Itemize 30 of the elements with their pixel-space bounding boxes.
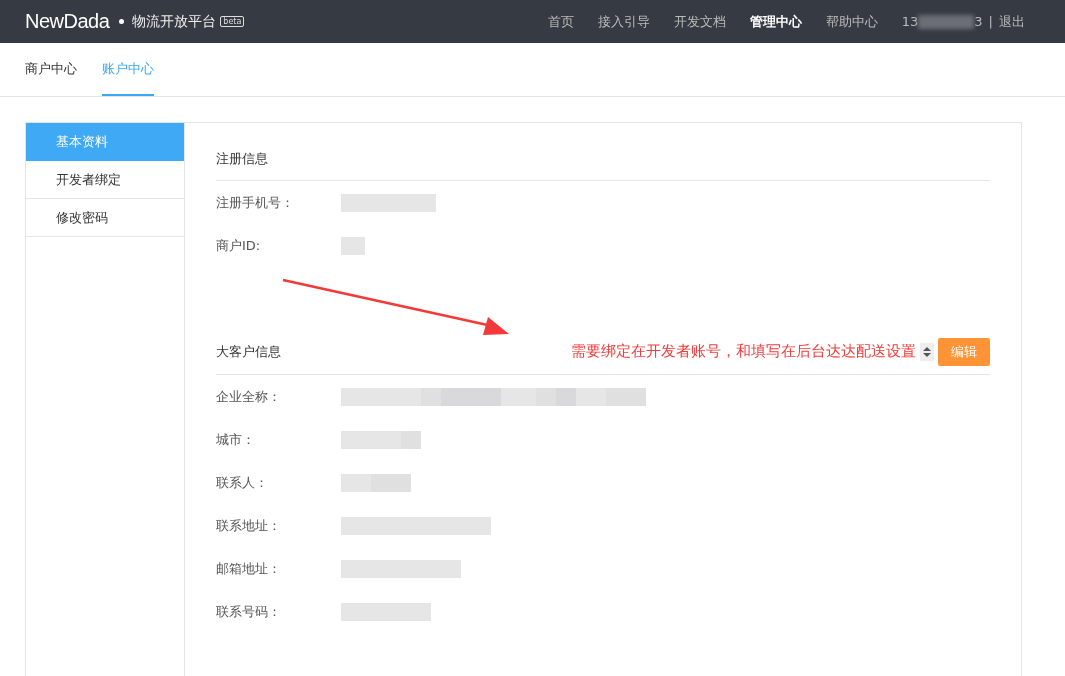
field-label: 企业全称： <box>216 387 282 406</box>
section-title: 大客户信息 <box>216 342 281 361</box>
field-label: 邮箱地址： <box>216 559 282 578</box>
user-phone: 13 <box>901 14 919 29</box>
sidebar-item[interactable]: 开发者绑定 <box>26 161 184 199</box>
nav-link[interactable]: 接入引导 <box>597 12 650 31</box>
redacted-value <box>341 236 365 255</box>
separator: | <box>988 14 993 29</box>
field-label: 联系号码： <box>216 602 282 621</box>
platform-title: 物流开放平台 <box>132 12 217 31</box>
dot-icon <box>119 19 125 24</box>
redacted-value <box>918 14 975 29</box>
field-label: 城市： <box>216 430 256 449</box>
field-label: 注册手机号： <box>216 193 295 212</box>
nav-link[interactable]: 首页 <box>547 12 574 31</box>
beta-tag: beta <box>220 16 245 27</box>
logout-link[interactable]: 退出 <box>999 12 1025 31</box>
redacted-value <box>341 473 411 492</box>
user-phone: 3 <box>974 14 983 29</box>
annotation-text: 需要绑定在开发者账号，和填写在后台达达配送设置 <box>571 342 916 361</box>
logo[interactable]: NewDada <box>25 10 110 33</box>
nav-link[interactable]: 管理中心 <box>749 12 802 31</box>
field-label: 商户ID: <box>216 236 262 255</box>
field-label: 联系人： <box>216 473 269 492</box>
tab[interactable]: 商户中心 <box>25 43 77 96</box>
field-label: 联系地址： <box>216 516 282 535</box>
nav-link[interactable]: 帮助中心 <box>825 12 878 31</box>
sidebar-item[interactable]: 修改密码 <box>26 199 184 237</box>
nav-link[interactable]: 开发文档 <box>673 12 726 31</box>
section-title: 注册信息 <box>216 150 268 168</box>
